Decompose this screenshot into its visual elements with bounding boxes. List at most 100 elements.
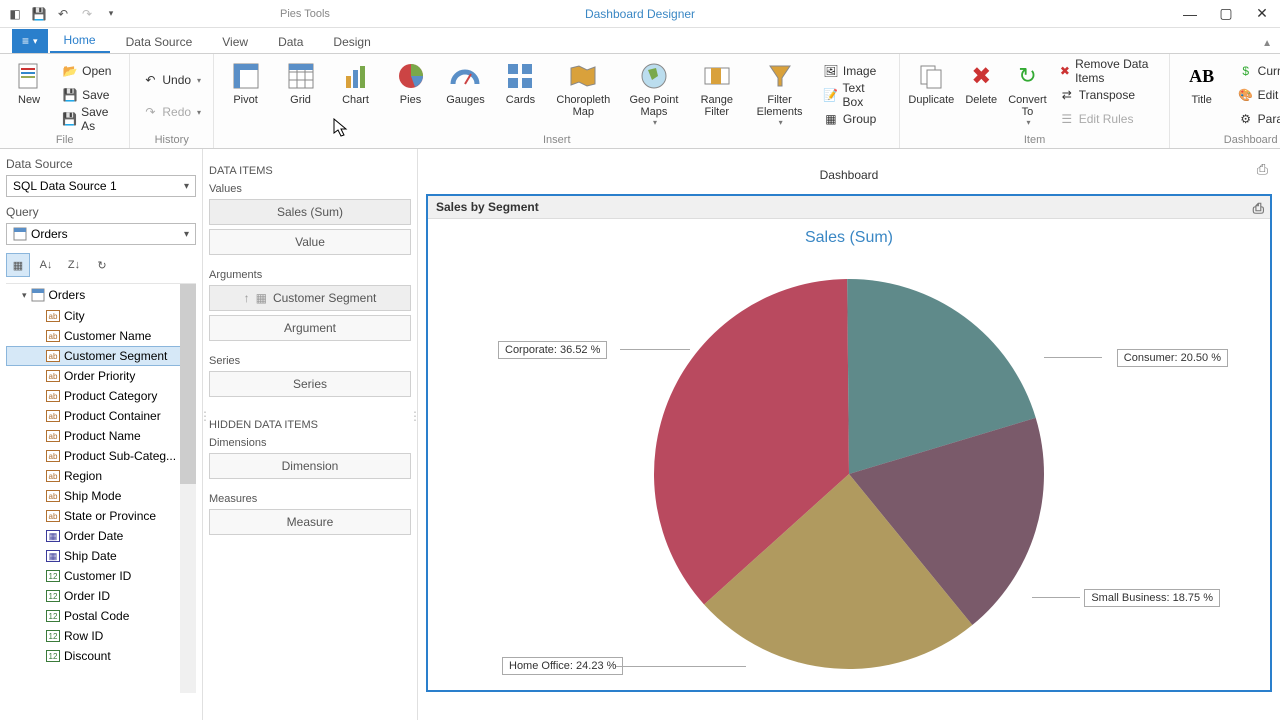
collapse-icon: ▾ [22,290,27,301]
convert-button[interactable]: ↻Convert To▾ [1008,58,1047,132]
tab-view[interactable]: View [208,30,262,53]
tree-scrollbar[interactable] [180,284,196,693]
file-tab[interactable]: ≡▾ [12,29,48,53]
grid-small-icon: ▦ [256,291,267,305]
dimension-placeholder-slot[interactable]: Dimension [209,453,411,479]
ribbon: New 📂Open 💾Save 💾Save As File ↶Undo▾ ↷Re… [0,54,1280,149]
edit-rules-button[interactable]: ☰Edit Rules [1055,108,1161,130]
image-button[interactable]: 🖼Image [819,60,891,82]
undo-icon: ↶ [142,72,158,88]
tree-root-orders[interactable]: ▾ Orders [6,284,196,306]
value-slot-sales[interactable]: Sales (Sum) [209,199,411,225]
field-ship-date[interactable]: ▦Ship Date [6,546,196,566]
gauge-icon [449,60,481,92]
field-product-sub-categ-[interactable]: abProduct Sub-Categ... [6,446,196,466]
collapse-ribbon-icon[interactable]: ▲ [1262,38,1272,49]
gauges-button[interactable]: Gauges [442,58,489,132]
measure-placeholder-slot[interactable]: Measure [209,509,411,535]
chart-body: Corporate: 36.52 % Consumer: 20.50 % Sma… [428,251,1270,681]
query-dropdown[interactable]: Orders [6,223,196,245]
title-button[interactable]: ABTitle [1178,58,1226,132]
close-button[interactable]: ✕ [1244,0,1280,28]
field-region[interactable]: abRegion [6,466,196,486]
sort-az-button[interactable]: A↓ [34,253,58,277]
parameters-icon: ⚙ [1238,111,1254,127]
qat-undo-icon[interactable]: ↶ [54,5,72,23]
group-dashboard-label: Dashboard [1178,132,1280,146]
sort-za-button[interactable]: Z↓ [62,253,86,277]
tab-data-source[interactable]: Data Source [112,30,207,53]
field-order-date[interactable]: ▦Order Date [6,526,196,546]
save-button[interactable]: 💾Save [58,84,121,106]
minimize-button[interactable]: — [1172,0,1208,28]
open-button[interactable]: 📂Open [58,60,121,82]
field-city[interactable]: abCity [6,306,196,326]
text-field-icon: ab [46,330,60,342]
num-field-icon: 12 [46,650,60,662]
measures-label: Measures [209,493,411,505]
tab-data[interactable]: Data [264,30,317,53]
field-order-id[interactable]: 12Order ID [6,586,196,606]
callout-home-office: Home Office: 24.23 % [502,657,623,675]
undo-button[interactable]: ↶Undo▾ [138,69,205,91]
tab-design[interactable]: Design [319,30,384,53]
date-field-icon: ▦ [46,550,60,562]
series-placeholder-slot[interactable]: Series [209,371,411,397]
argument-slot-segment[interactable]: ↑▦Customer Segment [209,285,411,311]
range-filter-button[interactable]: Range Filter [693,58,740,132]
redo-button[interactable]: ↷Redo▾ [138,101,205,123]
new-button[interactable]: New [8,58,50,132]
convert-icon: ↻ [1011,60,1043,92]
argument-placeholder-slot[interactable]: Argument [209,315,411,341]
field-state-or-province[interactable]: abState or Province [6,506,196,526]
field-row-id[interactable]: 12Row ID [6,626,196,646]
choropleth-button[interactable]: Choropleth Map [552,58,615,132]
group-fields-button[interactable]: ▦ [6,253,30,277]
textbox-button[interactable]: 📝Text Box [819,84,891,106]
refresh-button[interactable]: ↻ [90,253,114,277]
remove-data-items-button[interactable]: ✖Remove Data Items [1055,60,1161,82]
grid-button[interactable]: Grid [277,58,324,132]
field-customer-segment[interactable]: abCustomer Segment [6,346,196,366]
duplicate-button[interactable]: Duplicate [908,58,954,132]
field-customer-name[interactable]: abCustomer Name [6,326,196,346]
qat-save-icon[interactable]: 💾 [30,5,48,23]
geopoint-button[interactable]: Geo Point Maps▾ [623,58,686,132]
delete-button[interactable]: ✖Delete [962,58,1000,132]
hamburger-icon: ≡ [22,34,29,48]
pie-chart-item[interactable]: Sales by Segment ⎙ Sales (Sum) Corporate… [426,194,1272,692]
field-discount[interactable]: 12Discount [6,646,196,666]
field-product-container[interactable]: abProduct Container [6,406,196,426]
data-source-dropdown[interactable]: SQL Data Source 1 [6,175,196,197]
tab-home[interactable]: Home [50,28,110,53]
duplicate-icon [915,60,947,92]
group-button[interactable]: ▦Group [819,108,891,130]
range-icon [701,60,733,92]
export-item-icon[interactable]: ⎙ [1253,200,1264,217]
currency-button[interactable]: $Currency [1234,60,1280,82]
dashboard-title: Dashboard ⎙ [426,157,1272,194]
field-product-name[interactable]: abProduct Name [6,426,196,446]
fields-tree: ▾ Orders abCityabCustomer NameabCustomer… [6,283,196,693]
export-dashboard-icon[interactable]: ⎙ [1257,161,1268,178]
series-label: Series [209,355,411,367]
cards-button[interactable]: Cards [497,58,544,132]
pivot-button[interactable]: Pivot [222,58,269,132]
transpose-button[interactable]: ⇄Transpose [1055,84,1161,106]
field-postal-code[interactable]: 12Postal Code [6,606,196,626]
panel-grip-left[interactable]: ⋮ [199,409,211,423]
field-ship-mode[interactable]: abShip Mode [6,486,196,506]
maximize-button[interactable]: ▢ [1208,0,1244,28]
filter-elements-button[interactable]: Filter Elements▾ [748,58,811,132]
parameters-button[interactable]: ⚙Parameters [1234,108,1280,130]
chart-button[interactable]: Chart [332,58,379,132]
pies-button[interactable]: Pies [387,58,434,132]
qat-redo-icon[interactable]: ↷ [78,5,96,23]
field-order-priority[interactable]: abOrder Priority [6,366,196,386]
field-customer-id[interactable]: 12Customer ID [6,566,196,586]
save-as-button[interactable]: 💾Save As [58,108,121,130]
qat-customize-icon[interactable]: ▾ [102,5,120,23]
field-product-category[interactable]: abProduct Category [6,386,196,406]
edit-colors-button[interactable]: 🎨Edit Colors [1234,84,1280,106]
value-placeholder-slot[interactable]: Value [209,229,411,255]
